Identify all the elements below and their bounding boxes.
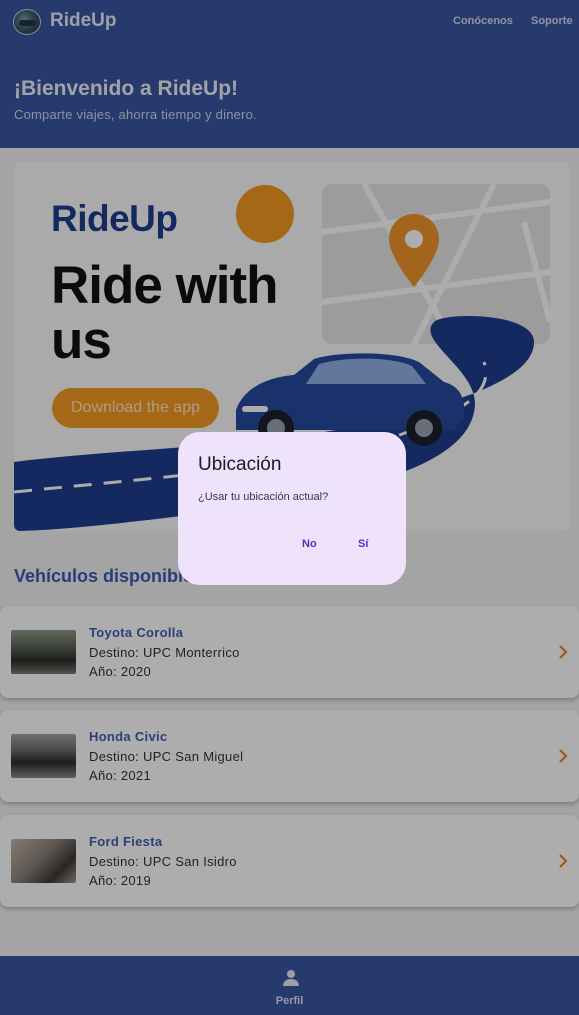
no-button[interactable]: No xyxy=(302,538,317,550)
dialog-message: ¿Usar tu ubicación actual? xyxy=(198,491,329,503)
location-dialog: Ubicación ¿Usar tu ubicación actual? No … xyxy=(178,432,406,585)
dialog-title: Ubicación xyxy=(198,454,282,475)
yes-button[interactable]: Sí xyxy=(358,538,368,550)
